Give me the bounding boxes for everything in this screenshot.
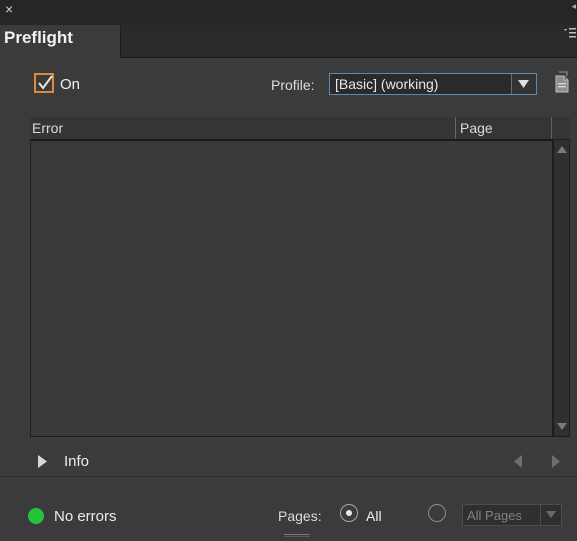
dropdown-arrow-icon[interactable] bbox=[540, 505, 561, 525]
column-divider[interactable] bbox=[455, 117, 456, 139]
close-icon[interactable]: × bbox=[5, 2, 13, 16]
previous-icon[interactable] bbox=[514, 455, 522, 468]
profile-value: [Basic] (working) bbox=[335, 76, 439, 92]
error-list-scrollbar[interactable] bbox=[553, 139, 570, 437]
disclosure-triangle-icon[interactable] bbox=[38, 455, 47, 468]
column-header-page[interactable]: Page bbox=[460, 120, 493, 136]
status-indicator-icon bbox=[28, 508, 44, 524]
pages-range-field[interactable]: All Pages bbox=[462, 504, 562, 526]
pages-range-value: All Pages bbox=[467, 508, 522, 523]
on-label: On bbox=[60, 76, 81, 93]
scroll-down-icon[interactable] bbox=[557, 423, 567, 430]
resize-grip-icon[interactable] bbox=[284, 534, 310, 538]
radio-selected-dot bbox=[345, 509, 352, 516]
info-label[interactable]: Info bbox=[64, 453, 89, 470]
column-header-error[interactable]: Error bbox=[32, 120, 63, 136]
pages-range-radio[interactable] bbox=[428, 504, 446, 522]
collapse-icon[interactable]: ◂ bbox=[571, 1, 576, 12]
tab-row: Preflight bbox=[0, 25, 577, 58]
table-header: Error Page bbox=[30, 117, 570, 139]
tab-label: Preflight bbox=[4, 28, 73, 47]
scroll-up-icon[interactable] bbox=[557, 146, 567, 153]
checkmark-icon bbox=[38, 75, 53, 90]
dropdown-arrow-icon[interactable] bbox=[511, 74, 536, 94]
section-divider bbox=[0, 476, 577, 477]
panel-titlebar: × ◂ bbox=[0, 0, 577, 25]
tab-preflight[interactable]: Preflight bbox=[0, 25, 121, 58]
on-checkbox[interactable] bbox=[34, 73, 54, 93]
next-icon[interactable] bbox=[552, 455, 560, 468]
pages-all-label: All bbox=[366, 508, 382, 524]
pages-label: Pages: bbox=[278, 508, 322, 524]
panel-menu-icon[interactable] bbox=[563, 27, 577, 49]
error-list[interactable] bbox=[30, 139, 553, 437]
profile-label: Profile: bbox=[271, 77, 315, 93]
status-text: No errors bbox=[54, 508, 117, 525]
profile-select[interactable]: [Basic] (working) bbox=[329, 73, 537, 95]
column-divider-end bbox=[551, 117, 552, 139]
pages-all-radio[interactable] bbox=[340, 504, 358, 522]
profile-menu-icon[interactable] bbox=[553, 70, 571, 99]
